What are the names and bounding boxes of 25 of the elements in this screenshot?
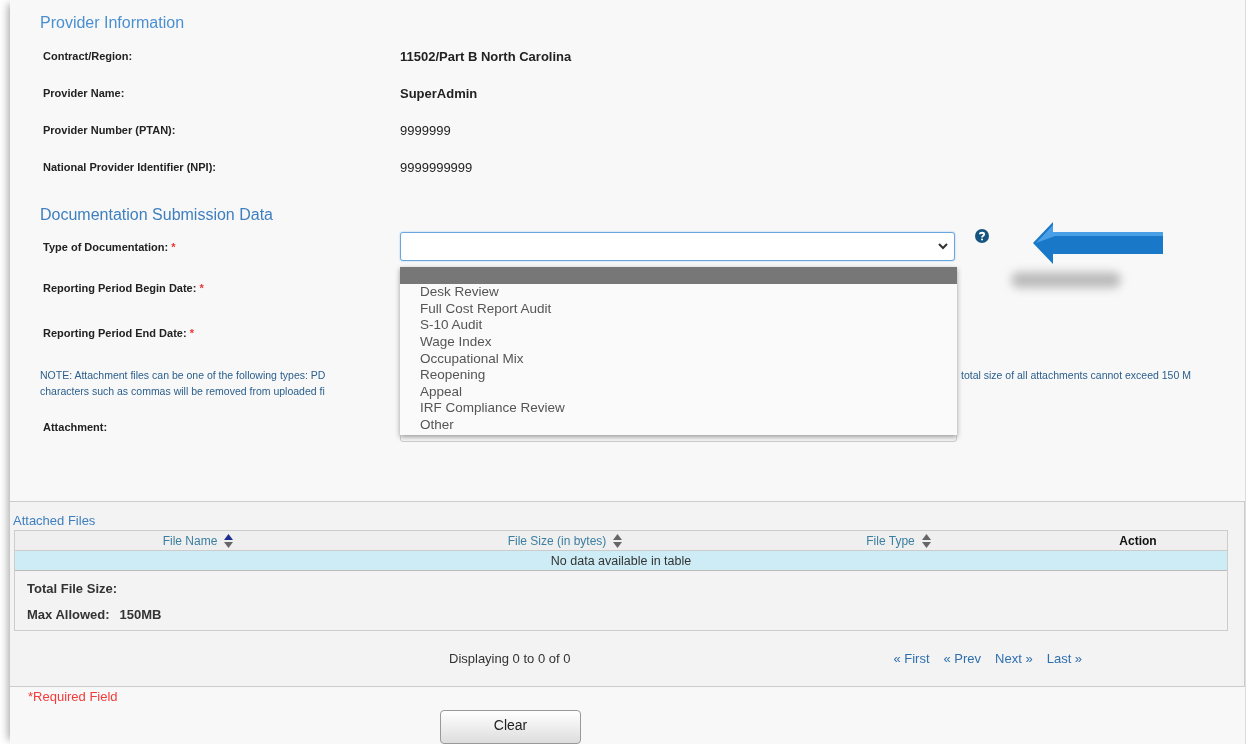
section-title: Documentation Submission Data	[39, 205, 274, 225]
field-value: 9999999	[400, 122, 451, 138]
section-title: Provider Information	[39, 13, 186, 33]
field-value: 9999999999	[400, 159, 473, 175]
field-label: Reporting Period Begin Date: *	[43, 281, 205, 294]
field-label: Contract/Region:	[43, 50, 134, 63]
note-text: characters such as commas will be removed from uploaded fi	[40, 383, 326, 399]
field-value: 11502/Part B North Carolina	[400, 48, 572, 64]
required-field-note: *Required Field	[27, 688, 119, 705]
field-label: Attachment:	[43, 421, 109, 434]
field-label: Reporting Period End Date: *	[43, 326, 195, 339]
note-text: NOTE: Attachment files can be one of the following types: PD	[40, 367, 327, 383]
field-label: Provider Name:	[43, 87, 126, 100]
max-allowed-label: Max Allowed:	[27, 607, 110, 623]
field-label: Type of Documentation: *	[43, 240, 177, 253]
field-label: National Provider Identifier (NPI):	[43, 161, 217, 174]
column-header: Action	[1119, 533, 1157, 548]
note-text: total size of all attachments cannot exceed 150 M	[961, 367, 1191, 383]
field-label: Provider Number (PTAN):	[43, 124, 177, 137]
empty-table-row: No data available in table	[15, 551, 1227, 572]
pagination-summary: Displaying 0 to 0 of 0	[449, 650, 571, 666]
max-allowed-value: 150MB	[119, 607, 162, 623]
panel-title: Attached Files	[12, 512, 97, 529]
field-value: SuperAdmin	[400, 85, 478, 101]
total-size-label: Total File Size:	[26, 580, 119, 597]
